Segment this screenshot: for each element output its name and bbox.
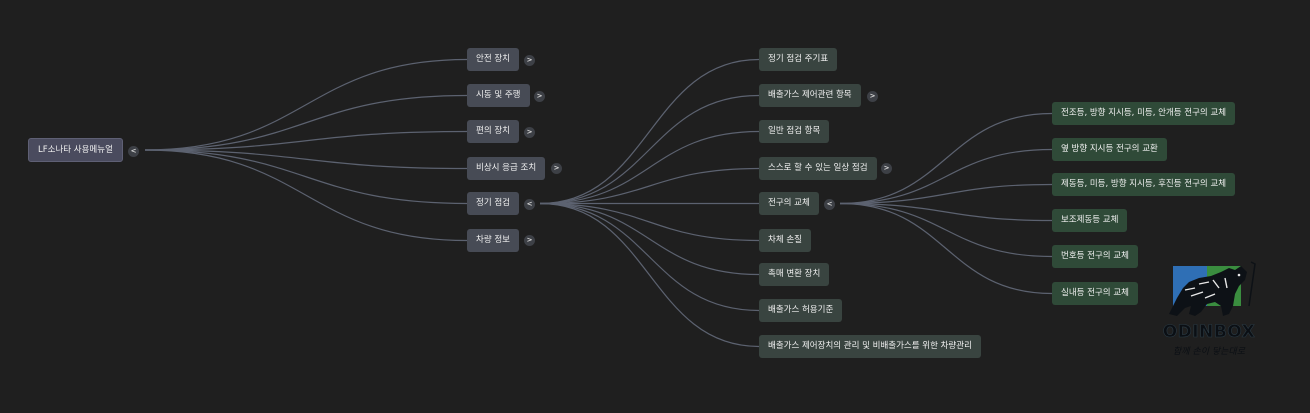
subtopic-label: 배출가스 제어관련 항목 bbox=[768, 90, 852, 100]
leaf-high-mount-stop-lamp[interactable]: 보조제동등 교체 bbox=[1052, 209, 1128, 232]
topic-label: 정기 점검 bbox=[476, 198, 510, 208]
expand-toggle[interactable]: > bbox=[534, 91, 545, 102]
connector-line bbox=[539, 58, 760, 205]
connector-line bbox=[144, 149, 468, 242]
topic-label: 시동 및 주행 bbox=[476, 90, 521, 100]
connector-line bbox=[539, 130, 760, 205]
topic-vehicle-info[interactable]: 차량 정보 bbox=[467, 229, 519, 252]
connector-line bbox=[144, 94, 468, 151]
root-node-label: LF소나타 사용메뉴얼 bbox=[38, 145, 113, 155]
topic-emergency-measures[interactable]: 비상시 응급 조치 bbox=[467, 157, 546, 180]
watermark-brand-name: ODINBOX bbox=[1162, 322, 1256, 343]
leaf-license-plate-bulb[interactable]: 번호등 전구의 교체 bbox=[1052, 245, 1138, 268]
leaf-label: 옆 방향 지시등 전구의 교환 bbox=[1061, 144, 1158, 154]
connector-line bbox=[839, 202, 1053, 222]
topic-safety-devices[interactable]: 안전 장치 bbox=[467, 48, 519, 71]
leaf-rear-lamp-bulbs[interactable]: 제동등, 미등, 방향 지시등, 후진등 전구의 교체 bbox=[1052, 173, 1236, 196]
expand-toggle[interactable]: > bbox=[524, 55, 535, 66]
subtopic-label: 배출가스 허용기준 bbox=[768, 305, 834, 315]
subtopic-self-daily-check[interactable]: 스스로 할 수 있는 일상 점검 bbox=[759, 157, 877, 180]
subtopic-inspection-schedule[interactable]: 정기 점검 주기표 bbox=[759, 48, 838, 71]
collapse-toggle[interactable]: < bbox=[524, 199, 535, 210]
leaf-label: 번호등 전구의 교체 bbox=[1061, 251, 1129, 261]
expand-toggle[interactable]: > bbox=[524, 127, 535, 138]
subtopic-emission-standards[interactable]: 배출가스 허용기준 bbox=[759, 299, 843, 322]
topic-convenience-devices[interactable]: 편의 장치 bbox=[467, 120, 519, 143]
mind-map-canvas: LF소나타 사용메뉴얼 < 안전 장치 > 시동 및 주행 > 편의 장치 > … bbox=[0, 0, 1310, 413]
topic-start-and-drive[interactable]: 시동 및 주행 bbox=[467, 84, 530, 107]
connector-line bbox=[539, 202, 760, 348]
leaf-headlamp-bulbs[interactable]: 전조등, 방향 지시등, 미등, 안개등 전구의 교체 bbox=[1052, 102, 1236, 125]
collapse-toggle[interactable]: < bbox=[824, 199, 835, 210]
connector-line bbox=[144, 58, 468, 151]
subtopic-body-care[interactable]: 차체 손질 bbox=[759, 229, 811, 252]
leaf-label: 보조제동등 교체 bbox=[1061, 215, 1119, 225]
topic-label: 편의 장치 bbox=[476, 126, 510, 136]
subtopic-label: 스스로 할 수 있는 일상 점검 bbox=[768, 163, 868, 173]
expand-toggle[interactable]: > bbox=[524, 235, 535, 246]
topic-regular-inspection[interactable]: 정기 점검 bbox=[467, 192, 519, 215]
leaf-label: 실내등 전구의 교체 bbox=[1061, 288, 1129, 298]
expand-toggle[interactable]: > bbox=[881, 163, 892, 174]
topic-label: 차량 정보 bbox=[476, 235, 510, 245]
expand-toggle[interactable]: > bbox=[867, 91, 878, 102]
topic-label: 안전 장치 bbox=[476, 54, 510, 64]
leaf-label: 제동등, 미등, 방향 지시등, 후진등 전구의 교체 bbox=[1061, 179, 1227, 189]
root-node[interactable]: LF소나타 사용메뉴얼 bbox=[28, 138, 123, 162]
leaf-interior-lamp-bulb[interactable]: 실내등 전구의 교체 bbox=[1052, 282, 1138, 305]
subtopic-label: 촉매 변환 장치 bbox=[768, 269, 821, 279]
subtopic-label: 전구의 교체 bbox=[768, 198, 810, 208]
subtopic-bulb-replacement[interactable]: 전구의 교체 bbox=[759, 192, 819, 215]
connector-line bbox=[539, 202, 760, 312]
leaf-side-turn-signal-bulb[interactable]: 옆 방향 지시등 전구의 교환 bbox=[1052, 138, 1167, 161]
subtopic-general-inspection[interactable]: 일반 점검 항목 bbox=[759, 120, 830, 143]
root-collapse-toggle[interactable]: < bbox=[128, 146, 139, 157]
subtopic-label: 정기 점검 주기표 bbox=[768, 54, 829, 64]
expand-toggle[interactable]: > bbox=[551, 163, 562, 174]
subtopic-label: 일반 점검 항목 bbox=[768, 126, 821, 136]
subtopic-catalytic-converter[interactable]: 촉매 변환 장치 bbox=[759, 263, 830, 286]
odinbox-watermark: ODINBOX 함께 손이 닿는대로 bbox=[1155, 258, 1263, 362]
subtopic-emission-device-maintenance[interactable]: 배출가스 제어장치의 관리 및 비배출가스를 위한 차량관리 bbox=[759, 335, 981, 358]
connector-lines bbox=[144, 58, 1053, 348]
leaf-label: 전조등, 방향 지시등, 미등, 안개등 전구의 교체 bbox=[1061, 108, 1227, 118]
tiger-logo-icon bbox=[1169, 261, 1256, 316]
subtopic-label: 차체 손질 bbox=[768, 235, 802, 245]
connector-line bbox=[539, 94, 760, 205]
subtopic-label: 배출가스 제어장치의 관리 및 비배출가스를 위한 차량관리 bbox=[768, 341, 972, 351]
watermark-tagline: 함께 손이 닿는대로 bbox=[1173, 347, 1245, 357]
subtopic-emission-control-items[interactable]: 배출가스 제어관련 항목 bbox=[759, 84, 861, 107]
topic-label: 비상시 응급 조치 bbox=[476, 163, 537, 173]
connector-line bbox=[839, 202, 1053, 295]
